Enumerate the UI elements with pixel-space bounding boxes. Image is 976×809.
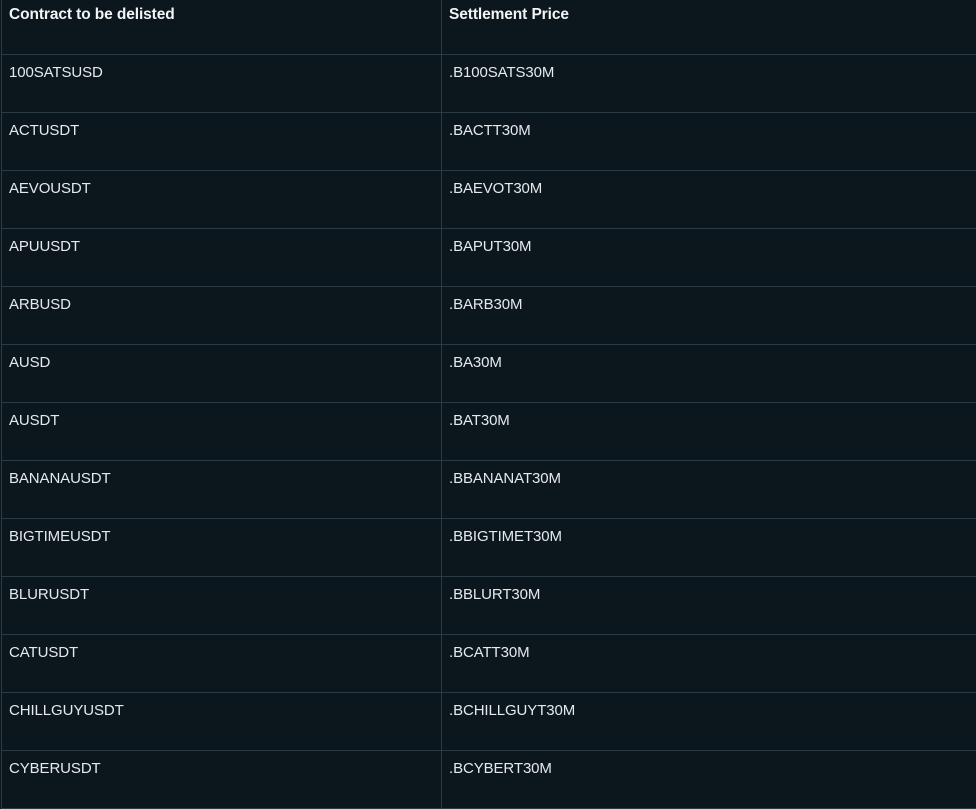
contract-cell: BLURUSDT	[2, 577, 442, 635]
settlement-price-cell: .BBLURT30M	[442, 577, 976, 635]
table-row: AUSDT .BAT30M	[2, 403, 976, 461]
contract-cell: AUSDT	[2, 403, 442, 461]
contract-cell: CATUSDT	[2, 635, 442, 693]
settlement-price-cell: .BAT30M	[442, 403, 976, 461]
settlement-price-cell: .BCHILLGUYT30M	[442, 693, 976, 751]
contract-cell: APUUSDT	[2, 229, 442, 287]
settlement-price-cell: .BBANANAT30M	[442, 461, 976, 519]
column-header-settlement-price: Settlement Price	[442, 0, 976, 55]
delisted-contracts-table: Contract to be delisted Settlement Price…	[1, 0, 976, 809]
contract-cell: CHILLGUYUSDT	[2, 693, 442, 751]
table-row: CATUSDT .BCATT30M	[2, 635, 976, 693]
settlement-price-cell: .BARB30M	[442, 287, 976, 345]
table-row: ACTUSDT .BACTT30M	[2, 113, 976, 171]
table-row: BIGTIMEUSDT .BBIGTIMET30M	[2, 519, 976, 577]
table-row: AUSD .BA30M	[2, 345, 976, 403]
settlement-price-cell: .B100SATS30M	[442, 55, 976, 113]
contract-cell: ACTUSDT	[2, 113, 442, 171]
table-row: CHILLGUYUSDT .BCHILLGUYT30M	[2, 693, 976, 751]
table-row: APUUSDT .BAPUT30M	[2, 229, 976, 287]
settlement-price-cell: .BCATT30M	[442, 635, 976, 693]
table-row: 100SATSUSD .B100SATS30M	[2, 55, 976, 113]
contract-cell: BIGTIMEUSDT	[2, 519, 442, 577]
contract-cell: 100SATSUSD	[2, 55, 442, 113]
table-row: AEVOUSDT .BAEVOT30M	[2, 171, 976, 229]
contract-cell: AUSD	[2, 345, 442, 403]
settlement-price-cell: .BAEVOT30M	[442, 171, 976, 229]
contract-cell: ARBUSD	[2, 287, 442, 345]
table-row: BLURUSDT .BBLURT30M	[2, 577, 976, 635]
table-row: BANANAUSDT .BBANANAT30M	[2, 461, 976, 519]
table-row: ARBUSD .BARB30M	[2, 287, 976, 345]
contract-cell: BANANAUSDT	[2, 461, 442, 519]
settlement-price-cell: .BA30M	[442, 345, 976, 403]
settlement-price-cell: .BAPUT30M	[442, 229, 976, 287]
contract-cell: AEVOUSDT	[2, 171, 442, 229]
column-header-contract: Contract to be delisted	[2, 0, 442, 55]
table-header-row: Contract to be delisted Settlement Price	[2, 0, 976, 55]
settlement-price-cell: .BBIGTIMET30M	[442, 519, 976, 577]
settlement-price-cell: .BACTT30M	[442, 113, 976, 171]
